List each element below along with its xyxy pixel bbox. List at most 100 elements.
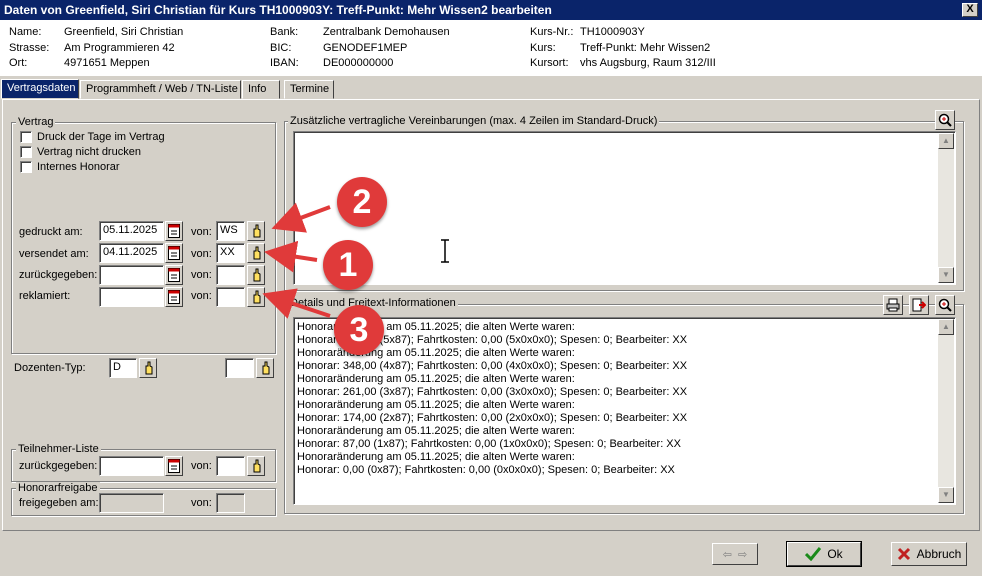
teilnehmer-title: Teilnehmer-Liste — [16, 443, 101, 455]
user-pick-button[interactable] — [247, 243, 265, 263]
hand-pointer-icon — [262, 361, 270, 375]
hand-pointer-icon — [253, 268, 261, 282]
calendar-icon — [168, 246, 180, 260]
kurs-label: Kurs: — [530, 42, 556, 54]
honorar-label: freigegeben am: — [19, 497, 99, 509]
magnifier-icon — [938, 113, 952, 127]
versendet-von-field[interactable]: XX — [216, 243, 245, 263]
internes-honorar-label: Internes Honorar — [37, 161, 120, 173]
kursnr-label: Kurs-Nr.: — [530, 26, 574, 38]
dozenten-pick-button[interactable] — [139, 358, 157, 378]
teilnehmer-date-field[interactable] — [99, 456, 164, 476]
next-arrow-icon: ⇨ — [738, 548, 748, 561]
calendar-button[interactable] — [165, 221, 183, 241]
zurueckgegeben-label: zurückgegeben: — [19, 269, 98, 281]
kursnr-value: TH1000903Y — [580, 26, 645, 38]
details-scrollbar[interactable]: ▲ ▼ — [938, 319, 954, 503]
kursort-value: vhs Augsburg, Raum 312/III — [580, 57, 716, 69]
calendar-button[interactable] — [165, 287, 183, 307]
tab-programmheft[interactable]: Programmheft / Web / TN-Liste — [80, 80, 241, 99]
kurs-value: Treff-Punkt: Mehr Wissen2 — [580, 42, 711, 54]
nicht-drucken-checkbox[interactable] — [20, 146, 32, 158]
calendar-icon — [168, 268, 180, 282]
annotation-badge-2: 2 — [337, 177, 387, 227]
printer-icon — [886, 298, 900, 312]
calendar-button[interactable] — [165, 265, 183, 285]
vereinbarungen-scrollbar[interactable]: ▲ ▼ — [938, 133, 954, 283]
prev-arrow-icon: ⇦ — [722, 548, 732, 561]
teilnehmer-label: zurückgegeben: — [19, 460, 98, 472]
scroll-down-arrow[interactable]: ▼ — [938, 487, 954, 503]
details-line: Honorar: 87,00 (1x87); Fahrtkosten: 0,00… — [297, 438, 681, 450]
details-line: Honoraränderung am 05.11.2025; die alten… — [297, 425, 575, 437]
teilnehmer-von-field[interactable] — [216, 456, 245, 476]
dozenten-typ-label: Dozenten-Typ: — [14, 362, 86, 374]
cancel-label: Abbruch — [916, 547, 962, 561]
calendar-icon — [168, 224, 180, 238]
window-title: Daten von Greenfield, Siri Christian für… — [0, 0, 982, 20]
close-button[interactable]: X — [962, 3, 978, 17]
dozenten-extra-pick-button[interactable] — [256, 358, 274, 378]
ok-label: Ok — [827, 547, 843, 561]
calendar-button[interactable] — [165, 243, 183, 263]
gedruckt-date-field[interactable]: 05.11.2025 — [99, 221, 164, 241]
versendet-label: versendet am: — [19, 248, 89, 260]
strasse-value: Am Programmieren 42 — [64, 42, 175, 54]
druck-tage-label: Druck der Tage im Vertrag — [37, 131, 165, 143]
iban-value: DE000000000 — [323, 57, 394, 69]
teilnehmer-von-label: von: — [191, 460, 212, 472]
versendet-date-field[interactable]: 04.11.2025 — [99, 243, 164, 263]
calendar-button[interactable] — [165, 456, 183, 476]
ok-button[interactable]: Ok — [786, 541, 862, 567]
tab-info[interactable]: Info — [242, 80, 280, 99]
bic-value: GENODEF1MEP — [323, 42, 408, 54]
vereinbarungen-textarea[interactable]: ▲ ▼ — [293, 131, 956, 285]
honorar-von-field — [216, 493, 245, 513]
reklamiert-von-label: von: — [191, 290, 212, 302]
export-button[interactable] — [909, 295, 929, 315]
strasse-label: Strasse: — [9, 42, 50, 54]
scroll-up-arrow[interactable]: ▲ — [938, 133, 954, 149]
export-icon — [912, 298, 926, 312]
details-zoom-button[interactable] — [935, 295, 955, 315]
kursort-label: Kursort: — [530, 57, 569, 69]
zurueckgegeben-date-field[interactable] — [99, 265, 164, 285]
scroll-down-arrow[interactable]: ▼ — [938, 267, 954, 283]
print-button[interactable] — [883, 295, 903, 315]
details-line: Honorar: 174,00 (2x87); Fahrtkosten: 0,0… — [297, 412, 688, 424]
dozenten-extra-field[interactable] — [225, 358, 254, 378]
druck-tage-checkbox[interactable] — [20, 131, 32, 143]
hand-pointer-icon — [253, 224, 261, 238]
tab-vertragsdaten[interactable]: Vertragsdaten — [1, 79, 79, 99]
reklamiert-date-field[interactable] — [99, 287, 164, 307]
gedruckt-label: gedruckt am: — [19, 226, 83, 238]
user-pick-button[interactable] — [247, 265, 265, 285]
hand-pointer-icon — [253, 459, 261, 473]
user-pick-button[interactable] — [247, 456, 265, 476]
reklamiert-von-field[interactable] — [216, 287, 245, 307]
internes-honorar-checkbox[interactable] — [20, 161, 32, 173]
gedruckt-von-label: von: — [191, 226, 212, 238]
details-textarea[interactable]: Honoraränderung am 05.11.2025; die alten… — [293, 317, 956, 505]
annotation-badge-3: 3 — [334, 305, 384, 355]
gedruckt-von-field[interactable]: WS — [216, 221, 245, 241]
checkmark-icon — [805, 547, 822, 561]
details-line: Honorar: 261,00 (3x87); Fahrtkosten: 0,0… — [297, 386, 688, 398]
details-line: Honorar: 0,00 (0x87); Fahrtkosten: 0,00 … — [297, 464, 675, 476]
hand-pointer-icon — [253, 246, 261, 260]
calendar-icon — [168, 290, 180, 304]
bank-value: Zentralbank Demohausen — [323, 26, 450, 38]
zoom-button[interactable] — [935, 110, 955, 130]
name-label: Name: — [9, 26, 42, 38]
user-pick-button[interactable] — [247, 221, 265, 241]
dozenten-typ-field[interactable]: D — [109, 358, 137, 378]
user-pick-button[interactable] — [247, 287, 265, 307]
details-line: Honoraränderung am 05.11.2025; die alten… — [297, 373, 575, 385]
ort-value: 4971651 Meppen — [64, 57, 150, 69]
cancel-button[interactable]: Abbruch — [891, 542, 967, 566]
zurueckgegeben-von-field[interactable] — [216, 265, 245, 285]
hand-pointer-icon — [253, 290, 261, 304]
ort-label: Ort: — [9, 57, 28, 69]
tab-termine[interactable]: Termine — [284, 80, 334, 99]
scroll-up-arrow[interactable]: ▲ — [938, 319, 954, 335]
